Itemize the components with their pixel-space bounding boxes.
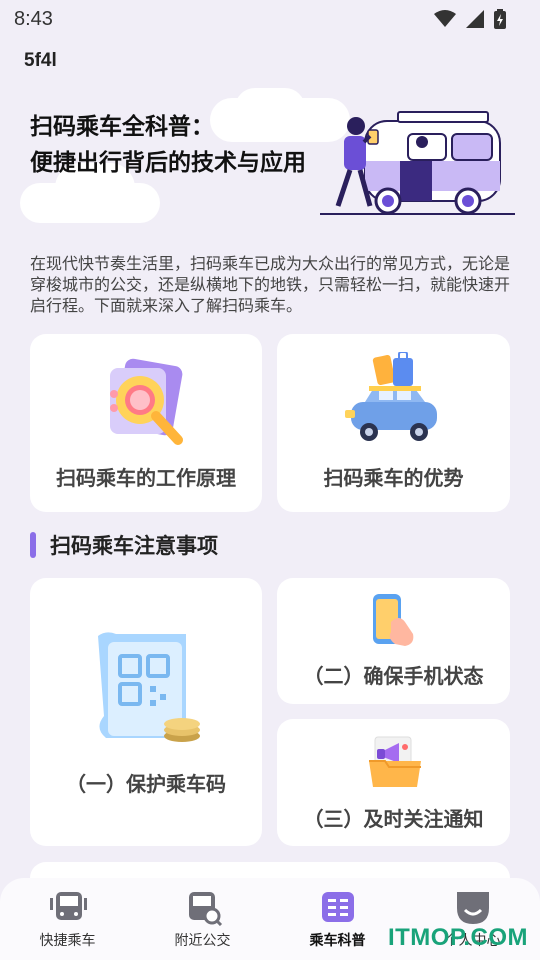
qr-code-coins-icon — [98, 632, 200, 742]
signal-icon — [466, 10, 484, 28]
nav-label: 附近公交 — [174, 932, 231, 948]
card-working-principle[interactable]: 扫码乘车的工作原理 — [30, 334, 262, 512]
book-icon — [321, 892, 354, 922]
magnifier-icon — [110, 358, 183, 445]
section-title-text: 扫码乘车注意事项 — [50, 535, 218, 558]
nav-item-quick-ride[interactable]: 快捷乘车 — [8, 890, 128, 950]
wifi-icon — [434, 10, 456, 27]
card-label: （二）确保手机状态 — [303, 666, 484, 688]
bus-search-icon — [188, 892, 222, 926]
card-advantages[interactable]: 扫码乘车的优势 — [277, 334, 510, 512]
status-time: 8:43 — [14, 7, 53, 30]
nav-item-nearby-bus[interactable]: 附近公交 — [143, 890, 263, 950]
nav-label: 快捷乘车 — [39, 932, 96, 948]
intro-text: 在现代快节奏生活里，扫码乘车已成为大众出行的常见方式，无论是穿梭城市的公交，还是… — [30, 256, 511, 315]
profile-icon — [456, 892, 489, 924]
card-protect-code[interactable]: （一）保护乘车码 — [30, 578, 262, 846]
car-luggage-icon — [345, 352, 437, 441]
megaphone-folder-icon — [369, 736, 421, 787]
status-bar: 8:43 — [0, 0, 540, 38]
nav-label: 乘车科普 — [309, 932, 366, 948]
card-notifications[interactable]: （三）及时关注通知 — [277, 719, 510, 846]
phone-hand-icon — [373, 594, 414, 646]
card-label: 扫码乘车的优势 — [323, 468, 464, 490]
battery-icon — [494, 9, 506, 29]
card-phone-status[interactable]: （二）确保手机状态 — [277, 578, 510, 704]
section-accent-bar — [30, 532, 36, 558]
section-title: 扫码乘车注意事项 — [30, 530, 218, 560]
card-label: （一）保护乘车码 — [66, 774, 226, 796]
card-label: 扫码乘车的工作原理 — [56, 468, 236, 490]
card-label: （三）及时关注通知 — [303, 809, 484, 831]
watermark: ITMOP.COM — [387, 924, 528, 951]
nav-item-ride-guide[interactable]: 乘车科普 — [278, 890, 398, 950]
bus-illustration — [320, 111, 515, 215]
status-icons — [434, 9, 506, 29]
bus-icon — [49, 892, 87, 920]
hero-title: 扫码乘车全科普： 便捷出行背后的技术与应用 — [30, 108, 306, 180]
hero-title-line1: 扫码乘车全科普： — [30, 113, 214, 139]
app-title: 5f4l — [24, 50, 57, 71]
hero-title-line2: 便捷出行背后的技术与应用 — [30, 149, 306, 175]
